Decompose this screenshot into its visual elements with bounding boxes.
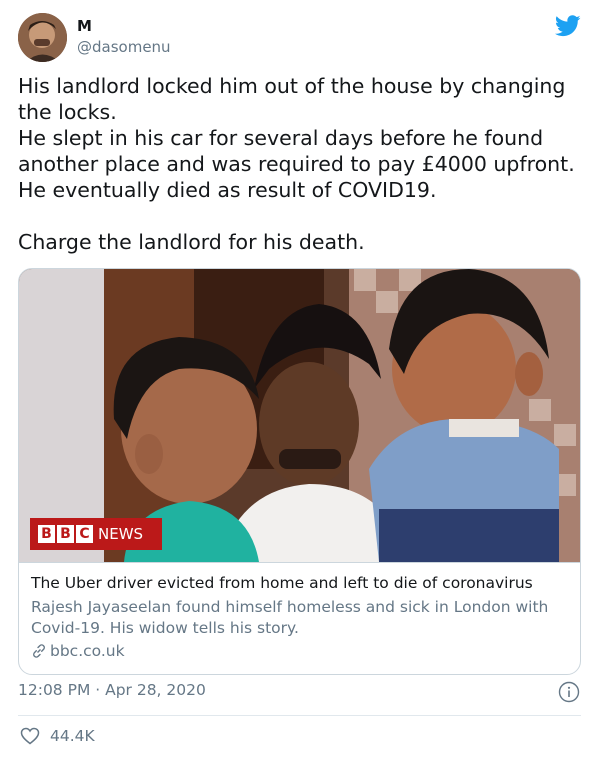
author-name[interactable]: M [77,17,92,35]
bbc-logo-letter: B [57,525,74,543]
bbc-logo-letter: B [38,525,55,543]
card-domain[interactable]: bbc.co.uk [31,642,125,660]
card-domain-text: bbc.co.uk [50,642,125,660]
like-button[interactable]: 44.4K [20,727,95,745]
link-card[interactable]: B B C NEWS The Uber driver evicted from … [18,268,581,675]
tweet-text: His landlord locked him out of the house… [18,73,584,255]
twitter-bird-icon[interactable] [555,15,581,37]
tweet-line: another place and was required to pay £4… [18,152,575,176]
card-description: Rajesh Jayaseelan found himself homeless… [31,598,549,637]
tweet-closing-line: Charge the landlord for his death. [18,230,365,254]
bbc-logo-news: NEWS [98,525,144,543]
link-icon [33,644,45,658]
author-handle[interactable]: @dasomenu [77,38,171,56]
tweet-header: M @dasomenu [18,13,581,65]
tweet-line: He slept in his car for several days bef… [18,126,544,150]
tweet-line: His landlord locked him out of the house… [18,74,566,98]
avatar[interactable] [18,13,67,62]
divider [18,715,581,716]
bbc-logo-letter: C [76,525,93,543]
card-divider [19,562,580,563]
card-title[interactable]: The Uber driver evicted from home and le… [31,574,533,592]
heart-icon [20,727,40,745]
tweet-line: the locks. [18,100,117,124]
tweet-timestamp[interactable]: 12:08 PM · Apr 28, 2020 [18,681,206,699]
like-count: 44.4K [50,727,95,745]
bbc-news-logo: B B C NEWS [30,518,162,550]
tweet-line: He eventually died as result of COVID19. [18,178,437,202]
info-icon[interactable] [558,681,580,703]
